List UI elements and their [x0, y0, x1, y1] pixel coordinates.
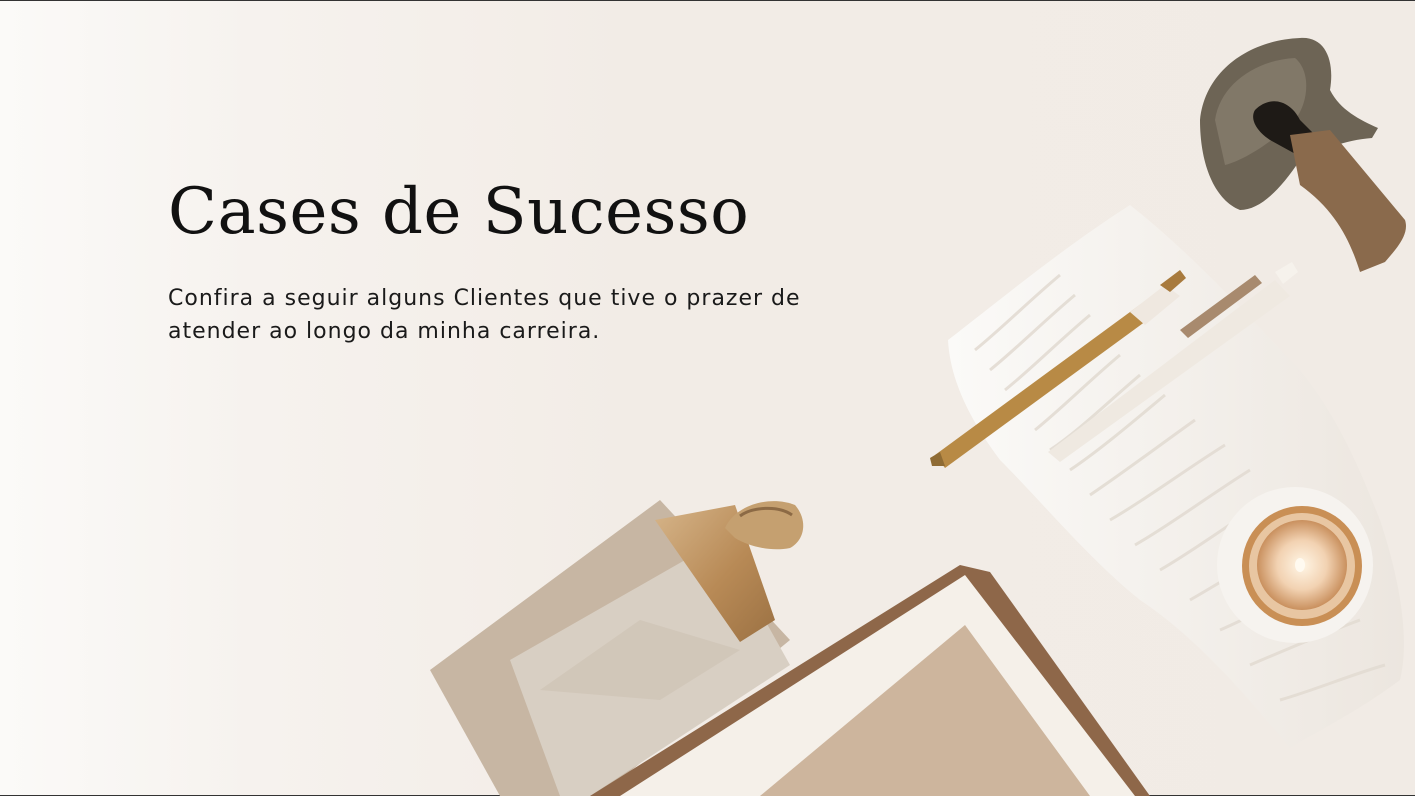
candle	[1217, 487, 1373, 643]
subtitle-line-2: atender ao longo da minha carreira.	[168, 319, 601, 344]
decorative-photo	[430, 37, 1406, 796]
slide: Cases de Sucesso Confira a seguir alguns…	[0, 0, 1415, 796]
subtitle-line-1: Confira a seguir alguns Clientes que tiv…	[168, 286, 801, 311]
mushroom-dish	[1200, 37, 1406, 272]
page-title: Cases de Sucesso	[168, 175, 750, 249]
subtitle: Confira a seguir alguns Clientes que tiv…	[168, 282, 888, 348]
